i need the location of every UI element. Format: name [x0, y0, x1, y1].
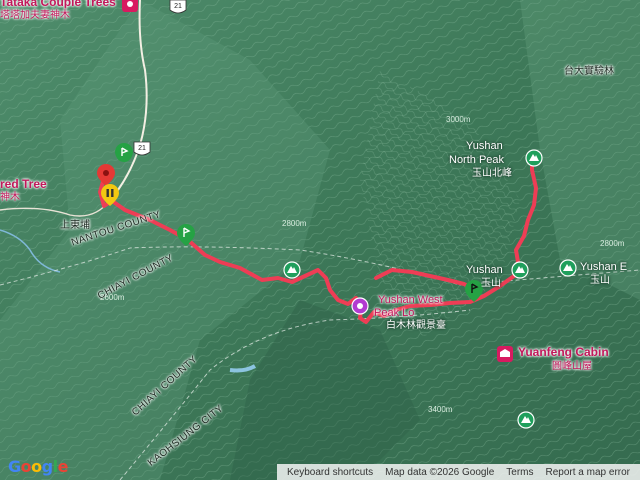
place-label-taida-forest: 台大實驗林	[564, 66, 614, 77]
terms-link[interactable]: Terms	[500, 467, 539, 478]
svg-text:21: 21	[138, 145, 146, 152]
place-label-yushan-north-peak-2: North Peak	[449, 154, 505, 166]
place-label-shangdongpu: 上東埔	[60, 220, 90, 231]
peak-icon-yushan-east[interactable]	[559, 259, 577, 277]
peak-icon-south[interactable]	[517, 411, 535, 429]
place-label-yuanfeng-cabin[interactable]: Yuanfeng Cabin	[518, 345, 609, 359]
place-label-yushan-east[interactable]: Yushan E	[580, 261, 627, 273]
place-label-yushan-north-peak-zh: 玉山北峰	[472, 168, 512, 179]
place-label-sacred-tree[interactable]: red Tree	[0, 177, 47, 191]
peak-icon-yushan[interactable]	[511, 261, 529, 279]
scenic-viewpoint-icon[interactable]	[351, 297, 369, 315]
google-logo: Google	[8, 457, 68, 476]
elevation-label: 3400m	[428, 405, 453, 414]
peak-icon-west[interactable]	[283, 261, 301, 279]
map-data-text: Map data ©2026 Google	[385, 466, 495, 478]
peak-icon-north-peak[interactable]	[525, 149, 543, 167]
place-label-yushan-west-2: Peak Lo	[374, 307, 415, 319]
place-label-yushan-north-peak[interactable]: Yushan	[466, 140, 503, 152]
elevation-label: 2800m	[600, 239, 625, 248]
place-label-yushan-zh: 玉山	[481, 278, 501, 289]
place-label-yushan[interactable]: Yushan	[466, 264, 503, 276]
elevation-label: 2800m	[282, 219, 307, 228]
svg-text:21: 21	[174, 3, 182, 10]
report-error-link[interactable]: Report a map error	[540, 467, 636, 478]
place-label-yushan-east-zh: 玉山	[590, 275, 610, 286]
route-21-badge-top: 21	[169, 0, 187, 14]
attribution-bar: Keyboard shortcuts Map data ©2026 Google…	[276, 464, 640, 480]
place-label-tataka-couple-trees[interactable]: Tataka Couple Trees	[0, 0, 116, 9]
couple-trees-icon[interactable]	[122, 0, 138, 12]
keyboard-shortcuts-link[interactable]: Keyboard shortcuts	[281, 467, 379, 478]
place-label-yuanfeng-cabin-zh: 圓峰山屋	[552, 361, 592, 372]
route-21-badge-mid: 21	[133, 141, 151, 156]
place-label-tataka-couple-trees-zh: 塔塔加夫妻神木	[0, 10, 70, 21]
cabin-icon[interactable]	[497, 346, 513, 362]
place-label-yushan-west[interactable]: Yushan West	[378, 294, 443, 306]
place-label-baimulin-zh: 白木林觀景臺	[386, 320, 446, 331]
elevation-label: 3000m	[446, 115, 471, 124]
place-label-sacred-tree-zh: 神木	[0, 192, 20, 203]
